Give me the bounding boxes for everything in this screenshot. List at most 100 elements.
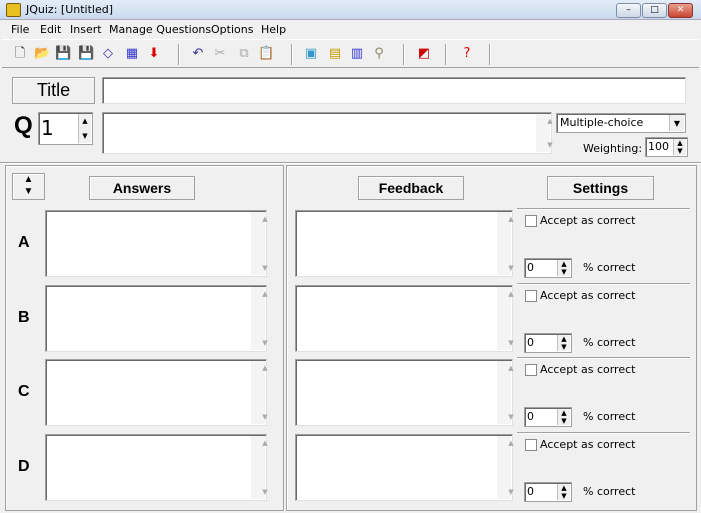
insert-link-icon[interactable]: ▤ <box>327 46 343 62</box>
undo-icon[interactable]: ↶ <box>190 46 206 62</box>
menu-options[interactable]: Options <box>211 23 253 36</box>
question-label: Q <box>14 112 33 139</box>
insert-object-icon[interactable]: ⚲ <box>371 46 387 62</box>
accept-correct-label: Accept as correct <box>540 438 636 451</box>
close-button[interactable]: ✕ <box>668 3 693 18</box>
accept-correct-label: Accept as correct <box>540 363 636 376</box>
insert-media-icon[interactable]: ▥ <box>349 46 365 62</box>
percent-value: 0 <box>527 485 534 498</box>
percent-value: 0 <box>527 410 534 423</box>
reorder-answers-button[interactable]: ▲ ▼ <box>12 173 45 200</box>
config-icon[interactable]: ◩ <box>416 46 432 62</box>
answers-header: Answers <box>89 176 195 200</box>
spin-arrows[interactable]: ▲ ▼ <box>557 260 570 276</box>
scrollbar[interactable]: ▲ ▼ <box>497 287 514 350</box>
menu-file[interactable]: File <box>11 23 29 36</box>
save-as-icon[interactable]: 💾 <box>78 46 94 62</box>
percent-value: 0 <box>527 336 534 349</box>
scrollbar[interactable]: ▲ ▼ <box>251 287 268 350</box>
feedback-header: Feedback <box>358 176 464 200</box>
spin-arrows[interactable]: ▲ ▼ <box>557 409 570 425</box>
settings-divider <box>517 357 690 359</box>
toolbar-separator <box>489 44 491 65</box>
question-number-spinner[interactable]: 1 ▲ ▼ <box>38 112 93 145</box>
menu-edit[interactable]: Edit <box>40 23 61 36</box>
percent-correct-label: % correct <box>583 410 636 423</box>
feedback-input[interactable]: ▲ ▼ <box>295 210 514 277</box>
toolbar-separator <box>178 44 180 65</box>
insert-picture-icon[interactable]: ▣ <box>303 46 319 62</box>
scrollbar[interactable]: ▲ ▼ <box>536 114 553 152</box>
answer-letter: C <box>18 383 30 400</box>
accept-correct-checkbox[interactable] <box>525 364 537 376</box>
spin-arrows[interactable]: ▲ ▼ <box>673 139 686 155</box>
feedback-input[interactable]: ▲ ▼ <box>295 285 514 352</box>
percent-correct-label: % correct <box>583 485 636 498</box>
new-file-icon[interactable]: 🗋 <box>12 46 28 62</box>
percent-correct-spinner[interactable]: 0 ▲ ▼ <box>524 258 572 278</box>
weighting-value: 100 <box>648 140 669 153</box>
toolbar-separator <box>291 44 293 65</box>
title-bar: JQuiz: [Untitled] – □ ✕ <box>0 0 701 20</box>
toolbar-separator <box>445 44 447 65</box>
menu-manage-questions[interactable]: Manage Questions <box>109 23 211 36</box>
menu-help[interactable]: Help <box>261 23 286 36</box>
percent-correct-spinner[interactable]: 0 ▲ ▼ <box>524 482 572 502</box>
answer-letter: B <box>18 309 30 326</box>
menu-insert[interactable]: Insert <box>70 23 102 36</box>
title-label: Title <box>12 77 95 104</box>
accept-correct-label: Accept as correct <box>540 214 636 227</box>
settings-header: Settings <box>547 176 654 200</box>
accept-correct-checkbox[interactable] <box>525 290 537 302</box>
percent-value: 0 <box>527 261 534 274</box>
weighting-spinner[interactable]: 100 ▲ ▼ <box>645 137 688 157</box>
paste-icon[interactable]: 📋 <box>258 46 274 62</box>
spin-arrows[interactable]: ▲ ▼ <box>78 114 91 143</box>
copy-icon[interactable]: ⧉ <box>236 46 252 62</box>
accept-correct-checkbox[interactable] <box>525 439 537 451</box>
question-type-select[interactable]: Multiple-choice ▼ <box>556 113 686 133</box>
percent-correct-spinner[interactable]: 0 ▲ ▼ <box>524 407 572 427</box>
accept-correct-label: Accept as correct <box>540 289 636 302</box>
save-icon[interactable]: 💾 <box>55 46 71 62</box>
scrollbar[interactable]: ▲ ▼ <box>497 436 514 499</box>
percent-correct-label: % correct <box>583 261 636 274</box>
answer-input[interactable]: ▲ ▼ <box>45 359 268 426</box>
arrow-down-icon[interactable]: ⬇ <box>146 46 162 62</box>
percent-correct-spinner[interactable]: 0 ▲ ▼ <box>524 333 572 353</box>
divider <box>0 162 701 164</box>
weighting-label: Weighting: <box>583 142 643 155</box>
feedback-input[interactable]: ▲ ▼ <box>295 434 514 501</box>
title-input[interactable] <box>102 77 686 104</box>
percent-correct-label: % correct <box>583 336 636 349</box>
maximize-button[interactable]: □ <box>642 3 667 18</box>
scrollbar[interactable]: ▲ ▼ <box>251 361 268 424</box>
question-text[interactable]: ▲ ▼ <box>102 112 553 154</box>
eraser-icon[interactable]: ◇ <box>100 46 116 62</box>
spin-arrows[interactable]: ▲ ▼ <box>557 335 570 351</box>
scrollbar[interactable]: ▲ ▼ <box>251 436 268 499</box>
answer-letter: A <box>18 234 30 251</box>
help-icon[interactable]: ? <box>459 46 475 62</box>
settings-divider <box>517 283 690 285</box>
spin-arrows[interactable]: ▲ ▼ <box>557 484 570 500</box>
dropdown-arrow-icon[interactable]: ▼ <box>669 115 684 131</box>
feedback-input[interactable]: ▲ ▼ <box>295 359 514 426</box>
question-type-value: Multiple-choice <box>560 116 644 129</box>
accept-correct-checkbox[interactable] <box>525 215 537 227</box>
question-number: 1 <box>41 116 54 140</box>
cut-icon[interactable]: ✂ <box>212 46 228 62</box>
answer-input[interactable]: ▲ ▼ <box>45 210 268 277</box>
export-web-icon[interactable]: ▦ <box>124 46 140 62</box>
window-title: JQuiz: [Untitled] <box>26 3 114 16</box>
scrollbar[interactable]: ▲ ▼ <box>497 212 514 275</box>
settings-divider <box>517 208 690 210</box>
settings-divider <box>517 432 690 434</box>
answer-input[interactable]: ▲ ▼ <box>45 434 268 501</box>
scrollbar[interactable]: ▲ ▼ <box>497 361 514 424</box>
scrollbar[interactable]: ▲ ▼ <box>251 212 268 275</box>
minimize-button[interactable]: – <box>616 3 641 18</box>
open-folder-icon[interactable]: 📂 <box>34 46 50 62</box>
toolbar: 🗋 📂 💾 💾 ◇ ▦ ⬇ ↶ ✂ ⧉ 📋 ▣ ▤ ▥ ⚲ ◩? <box>2 39 699 68</box>
answer-input[interactable]: ▲ ▼ <box>45 285 268 352</box>
